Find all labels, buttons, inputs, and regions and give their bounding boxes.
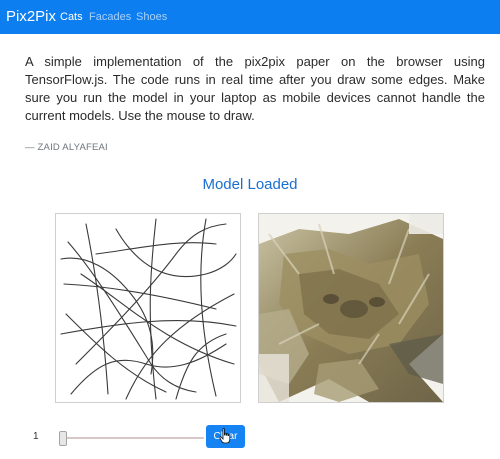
brush-size-slider[interactable]	[59, 430, 204, 446]
slider-thumb[interactable]	[59, 431, 67, 446]
generated-output-image	[258, 213, 444, 403]
clear-button[interactable]: Clear	[206, 425, 245, 448]
slider-value: 1	[33, 431, 39, 442]
output-render	[259, 214, 443, 402]
intro-text: A simple implementation of the pix2pix p…	[25, 54, 485, 123]
brand-logo[interactable]: Pix2Pix	[6, 8, 56, 26]
sketch-strokes	[60, 218, 237, 400]
navbar: Pix2Pix Cats Facades Shoes	[0, 0, 500, 34]
nav-link-facades[interactable]: Facades	[89, 11, 131, 24]
nav-link-shoes[interactable]: Shoes	[136, 11, 167, 24]
model-status: Model Loaded	[202, 176, 298, 193]
nav-link-cats[interactable]: Cats	[60, 11, 83, 24]
author-credit: — ZAID ALYAFEAI	[25, 142, 108, 153]
drawing-canvas[interactable]	[55, 213, 241, 403]
slider-track[interactable]	[59, 437, 204, 439]
